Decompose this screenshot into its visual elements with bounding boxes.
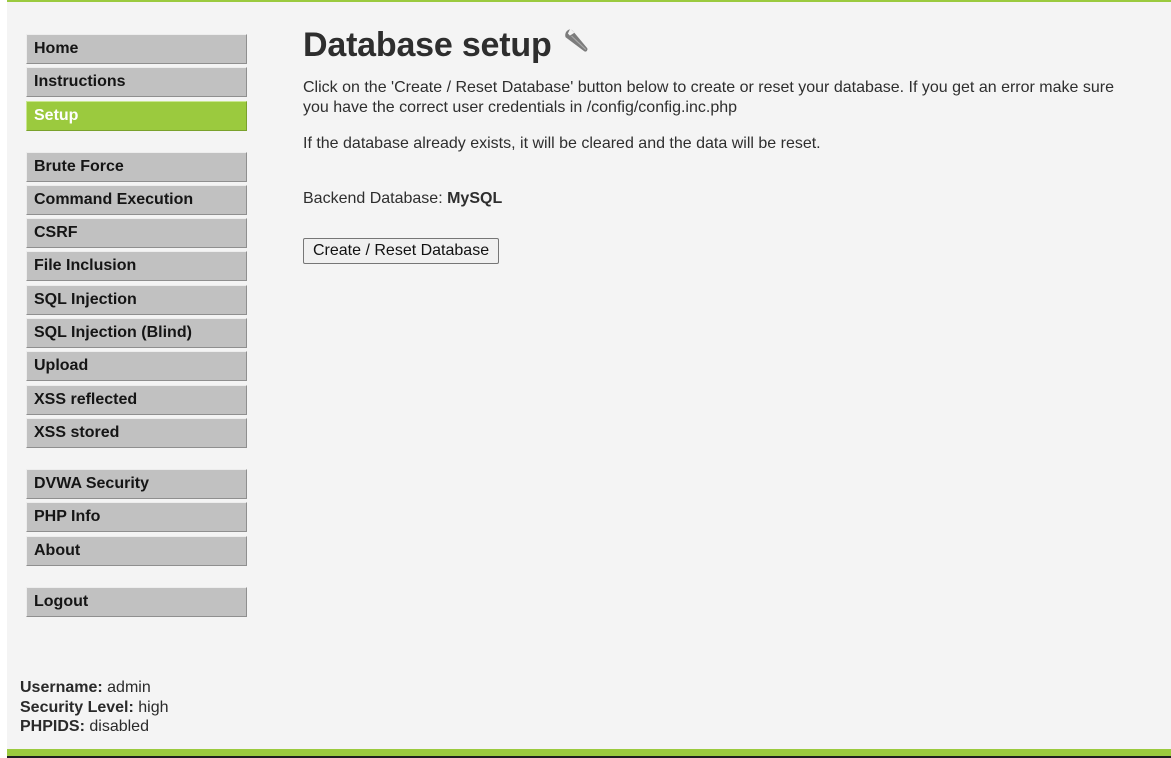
backend-database-label: Backend Database: — [303, 190, 448, 207]
wrench-icon — [564, 28, 588, 52]
user-info-panel: Username: admin Security Level: high PHP… — [20, 678, 169, 737]
reset-warning-text: If the database already exists, it will … — [303, 135, 821, 152]
username-line: Username: admin — [20, 678, 169, 698]
backend-database-value: MySQL — [447, 190, 503, 207]
sidebar-item-file-inclusion[interactable]: File Inclusion — [26, 251, 247, 282]
sidebar-item-about[interactable]: About — [26, 535, 247, 566]
sidebar-item-sql-injection-blind[interactable]: SQL Injection (Blind) — [26, 318, 247, 349]
backend-database-line: Backend Database: MySQL — [303, 190, 1143, 208]
security-level-line: Security Level: high — [20, 698, 169, 718]
menu-block: Logout — [26, 586, 247, 617]
sidebar-item-logout[interactable]: Logout — [26, 586, 247, 617]
sidebar-menu: Home Instructions Setup Brute Force Command … — [26, 34, 247, 620]
security-level-value: high — [138, 698, 169, 716]
menu-block: Brute Force Command Execution CSRF File Inc… — [26, 151, 247, 448]
menu-block: Home Instructions Setup — [26, 34, 247, 131]
security-level-label: Security Level: — [20, 698, 134, 716]
title-row: Database setup — [303, 24, 1143, 66]
sidebar-item-xss-reflected[interactable]: XSS reflected — [26, 384, 247, 415]
sidebar-item-setup[interactable]: Setup — [26, 100, 247, 131]
left-edge-strip — [0, 0, 7, 758]
create-reset-database-button[interactable]: Create / Reset Database — [303, 238, 500, 264]
phpids-label: PHPIDS: — [20, 718, 85, 735]
sidebar-item-sql-injection[interactable]: SQL Injection — [26, 284, 247, 315]
phpids-line: PHPIDS: disabled — [20, 717, 169, 737]
username-value: admin — [107, 679, 151, 696]
page-title: Database setup — [303, 25, 552, 64]
username-label: Username: — [20, 679, 103, 696]
phpids-value: disabled — [89, 718, 149, 735]
sidebar-item-upload[interactable]: Upload — [26, 351, 247, 382]
sidebar-item-dvwa-security[interactable]: DVWA Security — [26, 468, 247, 499]
menu-block: DVWA Security PHP Info About — [26, 468, 247, 566]
sidebar-item-php-info[interactable]: PHP Info — [26, 502, 247, 533]
sidebar-item-instructions[interactable]: Instructions — [26, 67, 247, 98]
sidebar-item-xss-stored[interactable]: XSS stored — [26, 417, 247, 448]
main-content: Database setup Click on the 'Create / Re… — [303, 24, 1143, 264]
sidebar-item-brute-force[interactable]: Brute Force — [26, 151, 247, 182]
bottom-accent-bar — [7, 749, 1171, 758]
sidebar-item-csrf[interactable]: CSRF — [26, 218, 247, 249]
sidebar-item-command-execution[interactable]: Command Execution — [26, 184, 247, 215]
setup-instructions-text: Click on the 'Create / Reset Database' b… — [303, 79, 1114, 116]
top-accent-bar — [0, 0, 1171, 2]
sidebar-item-home[interactable]: Home — [26, 34, 247, 64]
